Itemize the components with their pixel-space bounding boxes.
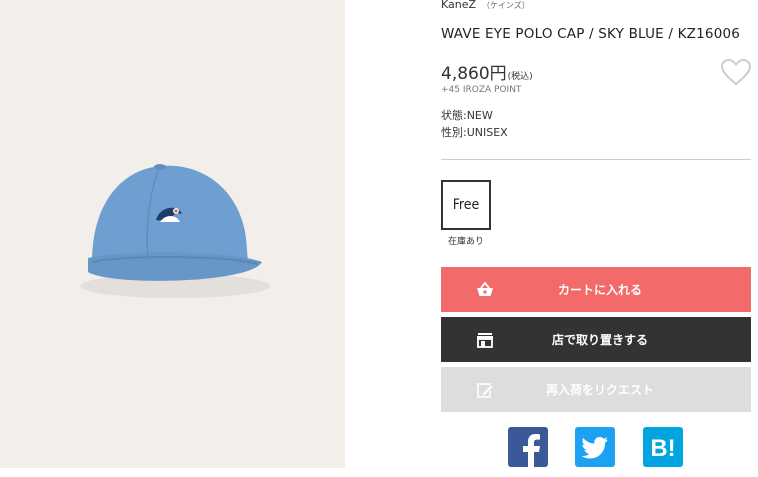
cap-illustration — [80, 164, 270, 298]
store-reserve-button[interactable]: 店で取り置きする — [441, 317, 751, 362]
product-title: WAVE EYE POLO CAP / SKY BLUE / KZ16006 — [441, 26, 741, 42]
twitter-icon — [581, 437, 608, 459]
gender-text: 性別:UNISEX — [441, 126, 508, 139]
add-to-cart-button[interactable]: カートに入れる — [441, 267, 751, 312]
hatena-glyph: B! — [650, 435, 675, 462]
hatena-bookmark-icon: B! — [650, 435, 675, 462]
divider — [441, 159, 751, 160]
twitter-share-button[interactable] — [575, 427, 615, 467]
facebook-share-button[interactable] — [508, 427, 548, 467]
restock-request-button[interactable]: 再入荷をリクエスト — [441, 367, 751, 412]
heart-icon — [720, 58, 752, 86]
size-option-free[interactable]: Free — [441, 180, 491, 230]
basket-icon — [477, 281, 493, 296]
facebook-icon — [523, 434, 540, 467]
brand-kana: （ケインズ） — [482, 1, 530, 10]
stock-status: 在庫あり — [448, 237, 485, 247]
tax-label: (税込) — [507, 72, 533, 82]
condition-text: 状態:NEW — [441, 109, 493, 122]
product-price: 4,860円(税込) — [441, 59, 533, 84]
store-icon — [477, 333, 493, 348]
brand-label[interactable]: KaneZ — [441, 0, 476, 11]
product-image[interactable] — [0, 0, 345, 468]
favorite-button[interactable] — [720, 57, 752, 89]
point-info: +45 IROZA POINT — [441, 85, 522, 95]
price-value: 4,860円 — [441, 64, 507, 84]
size-label: Free — [452, 197, 480, 213]
brand-name[interactable]: KaneZ （ケインズ） — [441, 0, 530, 11]
hatena-bookmark-button[interactable]: B! — [643, 427, 683, 467]
edit-icon — [477, 383, 494, 398]
